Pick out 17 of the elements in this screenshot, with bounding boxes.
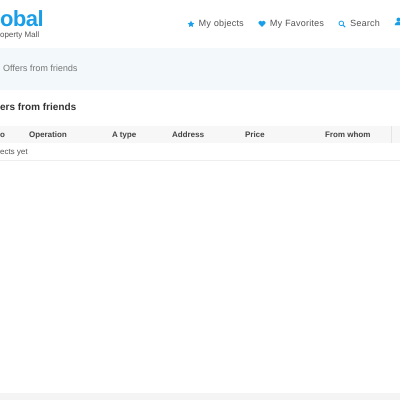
column-header: A type: [112, 128, 138, 140]
column-header: Operation: [29, 128, 68, 140]
logo-tagline: operty Mall: [0, 30, 40, 40]
nav-link[interactable]: My objects: [186, 17, 244, 30]
empty-message: ects yet: [0, 146, 28, 158]
page-heading: ers from friends: [0, 101, 78, 115]
heart-icon: [258, 20, 266, 28]
nav-link[interactable]: Search: [338, 17, 380, 30]
column-header: Price: [245, 128, 266, 140]
column-header: From whom: [325, 128, 372, 140]
star-icon: [186, 20, 195, 28]
column-header: Address: [172, 128, 206, 140]
nav-link[interactable]: My Favorites: [258, 17, 324, 30]
logo-text: obal: [0, 8, 44, 30]
search-icon: [338, 20, 346, 28]
breadcrumb-text: Offers from friends: [2, 62, 78, 76]
column-header: o: [0, 128, 6, 140]
